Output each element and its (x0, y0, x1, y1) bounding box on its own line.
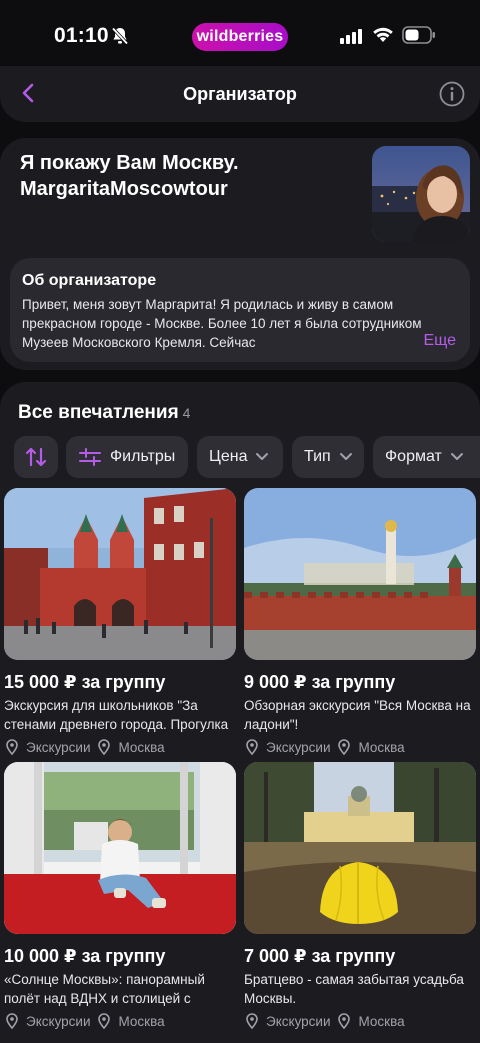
experience-photo[interactable] (4, 762, 236, 934)
card-category: Экскурсии (26, 739, 91, 755)
experience-photo[interactable] (244, 488, 476, 660)
bell-muted-icon (111, 27, 129, 45)
chevron-down-icon (256, 453, 269, 460)
about-organizer: Об организаторе Привет, меня зовут Марга… (10, 258, 470, 362)
section-count: 4 (182, 405, 191, 421)
experience-photo[interactable] (244, 762, 476, 934)
guide-icon (6, 739, 18, 756)
card-city: Москва (358, 1013, 405, 1029)
experience-card[interactable]: 9 000 ₽ за группу Обзорная экскурсия "Вс… (244, 488, 476, 756)
about-title: Об организаторе (22, 272, 157, 289)
card-category: Экскурсии (266, 739, 331, 755)
location-pin-icon (337, 739, 350, 756)
wildberries-logo: wildberries (192, 23, 288, 51)
card-meta: Экскурсии Москва (244, 738, 476, 756)
organizer-avatar[interactable] (372, 146, 470, 242)
more-link[interactable]: Еще (423, 332, 456, 350)
format-filter[interactable]: Формат (373, 436, 480, 478)
organizer-name: Я покажу Вам Москву. MargaritaMoscowtour (20, 152, 239, 200)
nav-bar: Организатор (0, 66, 480, 122)
organizer-card: Я покажу Вам Москву. MargaritaMoscowtour… (0, 138, 480, 370)
info-icon[interactable] (438, 80, 466, 108)
guide-icon (246, 1013, 258, 1030)
sort-button[interactable] (14, 436, 58, 478)
card-price: 10 000 ₽ за группу (4, 946, 166, 966)
sliders-icon (79, 448, 101, 466)
card-description: Экскурсия для школьников "За стенами дре… (4, 698, 229, 732)
format-filter-label: Формат (385, 448, 442, 465)
price-filter-label: Цена (209, 448, 248, 465)
guide-icon (246, 739, 258, 756)
card-meta: Экскурсии Москва (244, 1012, 476, 1030)
card-category: Экскурсии (26, 1013, 91, 1029)
signal-icon (340, 29, 362, 44)
battery-icon (402, 26, 435, 44)
filters-button[interactable]: Фильтры (66, 436, 188, 478)
card-category: Экскурсии (266, 1013, 331, 1029)
card-city: Москва (358, 739, 405, 755)
experience-photo[interactable] (4, 488, 236, 660)
section-title: Все впечатления 4 (18, 402, 190, 424)
location-pin-icon (337, 1013, 350, 1030)
card-price: 15 000 ₽ за группу (4, 672, 166, 692)
card-description: Братцево - самая забытая усадьба Москвы. (244, 972, 464, 1006)
status-time: 01:10 (54, 24, 109, 47)
card-city: Москва (118, 1013, 165, 1029)
location-pin-icon (97, 739, 110, 756)
chevron-down-icon (450, 453, 463, 460)
sort-arrows-icon (25, 447, 47, 467)
card-city: Москва (118, 739, 165, 755)
card-description: Обзорная экскурсия "Вся Москва на ладони… (244, 698, 471, 732)
type-filter[interactable]: Тип (292, 436, 364, 478)
card-price: 7 000 ₽ за группу (244, 946, 396, 966)
experience-card[interactable]: 15 000 ₽ за группу Экскурсия для школьни… (4, 488, 236, 756)
experience-card[interactable]: 7 000 ₽ за группу Братцево - самая забыт… (244, 762, 476, 1030)
card-price: 9 000 ₽ за группу (244, 672, 396, 692)
guide-icon (6, 1013, 18, 1030)
wifi-icon (373, 27, 393, 42)
status-bar: 01:10 wildberries (0, 0, 480, 72)
card-description: «Солнце Москвы»: панорамный полёт над ВД… (4, 972, 205, 1006)
chevron-down-icon (339, 453, 352, 460)
filters-label: Фильтры (110, 448, 176, 465)
type-filter-label: Тип (304, 448, 331, 465)
card-meta: Экскурсии Москва (4, 738, 236, 756)
price-filter[interactable]: Цена (197, 436, 283, 478)
experience-card[interactable]: 10 000 ₽ за группу «Солнце Москвы»: пано… (4, 762, 236, 1030)
section-title-text: Все впечатления (18, 402, 179, 423)
location-pin-icon (97, 1013, 110, 1030)
card-meta: Экскурсии Москва (4, 1012, 236, 1030)
experiences-section: Все впечатления 4 Фильтры Цена Тип Формат (0, 382, 480, 1043)
page-title: Организатор (183, 84, 297, 104)
